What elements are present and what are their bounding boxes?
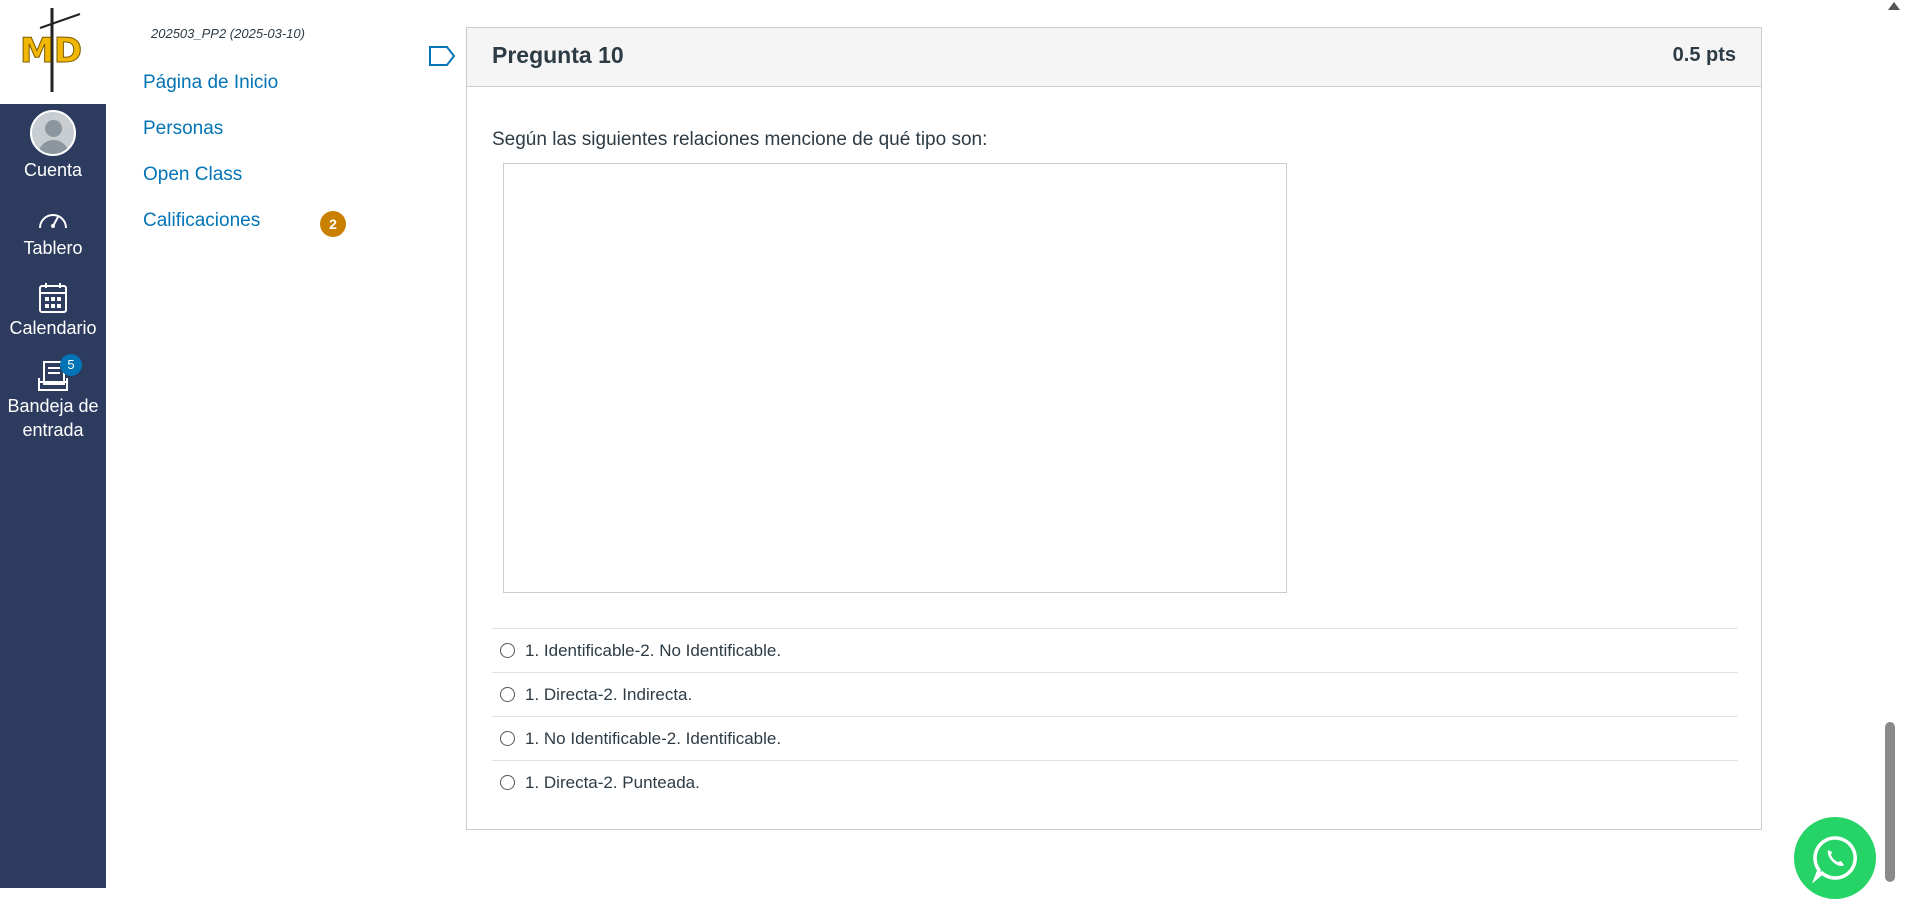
logo-text: MD [20,31,82,71]
course-nav-grades[interactable]: Calificaciones [143,210,260,232]
calendar-icon [39,283,67,313]
answer-list: 1. Identificable-2. No Identificable. 1.… [492,628,1738,804]
answer-option[interactable]: 1. Directa-2. Indirecta. [492,672,1738,716]
question-card: Pregunta 10 0.5 pts Según las siguientes… [466,27,1762,830]
answer-label: 1. Identificable-2. No Identificable. [525,640,782,660]
nav-inbox[interactable]: Bandeja de entrada [0,360,106,442]
question-text: Según las siguientes relaciones mencione… [492,129,988,150]
avatar [30,110,76,156]
inbox-unread-badge: 5 [60,354,82,376]
answer-label: 1. No Identificable-2. Identificable. [525,728,782,748]
scroll-up-arrow-icon[interactable] [1888,2,1900,10]
answer-option[interactable]: 1. No Identificable-2. Identificable. [492,716,1738,760]
course-nav-people[interactable]: Personas [143,118,223,140]
question-header: Pregunta 10 0.5 pts [467,28,1761,87]
whatsapp-button[interactable] [1794,817,1876,899]
global-nav: MD Cuenta Tablero Calendario Bandeja de … [0,0,106,888]
school-logo[interactable]: MD [0,0,106,104]
course-nav-open-class[interactable]: Open Class [143,164,242,186]
course-nav: 202503_PP2 (2025-03-10) Página de Inicio… [106,0,386,888]
logo-icon: MD [20,8,83,92]
nav-calendar-label: Calendario [9,318,97,338]
answer-radio[interactable] [500,775,515,790]
answer-label: 1. Directa-2. Punteada. [525,772,700,792]
nav-dashboard-label: Tablero [23,238,83,258]
course-nav-home[interactable]: Página de Inicio [143,72,278,94]
nav-account[interactable]: Cuenta [0,110,106,182]
flag-question-icon[interactable] [428,45,456,67]
question-image [503,163,1287,593]
nav-account-label: Cuenta [23,160,83,180]
scrollbar-thumb[interactable] [1885,722,1895,882]
nav-calendar[interactable]: Calendario [0,282,106,340]
grades-badge: 2 [320,211,346,237]
question-title: Pregunta 10 [492,42,624,68]
answer-option[interactable]: 1. Directa-2. Punteada. [492,760,1738,804]
answer-option[interactable]: 1. Identificable-2. No Identificable. [492,628,1738,672]
nav-dashboard[interactable]: Tablero [0,206,106,260]
answer-radio[interactable] [500,643,515,658]
answer-radio[interactable] [500,731,515,746]
answer-label: 1. Directa-2. Indirecta. [525,684,693,704]
whatsapp-icon [1812,836,1857,883]
breadcrumb[interactable]: 202503_PP2 (2025-03-10) [151,26,305,41]
dashboard-icon [39,214,67,229]
answer-radio[interactable] [500,687,515,702]
nav-inbox-label: Bandeja de entrada [7,396,99,440]
question-points: 0.5 pts [1672,44,1736,66]
